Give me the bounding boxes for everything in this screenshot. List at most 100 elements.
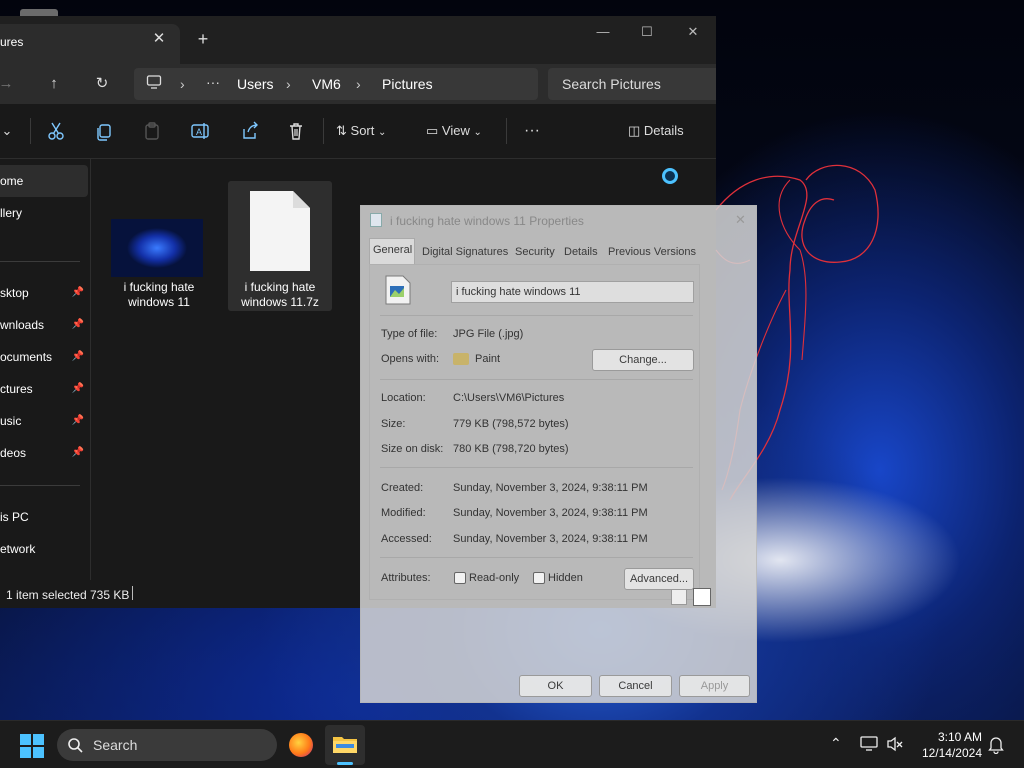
close-tab-icon[interactable]: ✕ [150,30,168,48]
show-hidden-icons-icon[interactable]: ⌃ [830,735,842,752]
copy-icon[interactable] [90,117,118,145]
large-icons-view-icon[interactable] [693,588,711,606]
pin-icon: 📌 [71,447,84,458]
view-button[interactable]: ▭ View ⌄ [426,117,496,145]
readonly-checkbox[interactable] [454,572,466,584]
change-button[interactable]: Change... [592,349,694,371]
forward-icon[interactable]: → [0,70,20,98]
close-window-icon[interactable]: ✕ [670,18,716,46]
chevron-right-icon: › [180,76,185,92]
nav-item-label: is PC [0,510,29,524]
refresh-icon[interactable]: ↻ [88,70,116,98]
start-icon[interactable] [20,734,44,758]
rename-icon[interactable]: A [186,117,214,145]
nav-item-home[interactable]: ome [0,165,88,197]
advanced-button[interactable]: Advanced... [624,568,694,590]
modified-value: Sunday, November 3, 2024, 9:38:11 PM [453,507,648,519]
nav-item-label: sktop [0,286,29,300]
selection-count: 1 item selected [6,588,87,602]
paint-icon [453,353,469,365]
volume-muted-icon[interactable] [886,736,904,752]
minimize-icon[interactable]: — [580,18,626,46]
nav-item-downloads[interactable]: wnloads 📌 [0,309,88,341]
clock-time[interactable]: 3:10 AM [918,730,982,744]
dialog-close-icon[interactable]: ✕ [735,212,746,228]
nav-item-network[interactable]: etwork [0,533,88,565]
breadcrumb-users[interactable]: Users [237,76,274,92]
file-item-image[interactable]: i fucking hate windows 11 [109,181,209,311]
more-options-icon[interactable]: ··· [518,117,546,145]
nav-item-videos[interactable]: deos 📌 [0,437,88,469]
chevron-down-icon: ⌄ [378,127,387,138]
details-label: Details [643,123,684,138]
tab-pictures[interactable]: ures ✕ [0,24,180,64]
file-item-archive[interactable]: i fucking hate windows 11.7z [228,181,332,311]
cancel-button[interactable]: Cancel [599,675,672,697]
pin-icon: 📌 [71,351,84,362]
details-pane-button[interactable]: ◫ Details [628,117,694,145]
readonly-label: Read-only [469,572,520,584]
more-locations-icon[interactable]: ··· [206,74,220,90]
filename-field[interactable]: i fucking hate windows 11 [451,281,694,303]
network-icon[interactable] [860,736,878,752]
details-view-icon[interactable] [671,589,687,605]
command-bar: ⌄ A ⇅ Sort ⌄ ▭ View ⌄ ··· ◫ Details [0,104,716,159]
new-tab-button[interactable]: + [192,28,214,50]
modified-label: Modified: [381,507,426,519]
delete-icon[interactable] [282,117,310,145]
cut-icon[interactable] [42,117,70,145]
type-value: JPG File (.jpg) [453,328,524,340]
address-bar[interactable]: › ··· Users › VM6 › Pictures [134,68,538,100]
nav-item-this-pc[interactable]: is PC [0,501,88,533]
nav-item-desktop[interactable]: sktop 📌 [0,277,88,309]
share-icon[interactable] [235,117,263,145]
sort-button[interactable]: ⇅ Sort ⌄ [336,117,402,145]
taskbar: Search ⌃ 3:10 AM 12/14/2024 [0,720,1024,768]
nav-item-documents[interactable]: ocuments 📌 [0,341,88,373]
nav-item-label: etwork [0,542,36,556]
maximize-icon[interactable]: ☐ [624,18,670,46]
paste-icon[interactable] [138,117,166,145]
location-label: Location: [381,392,426,404]
search-icon [67,737,83,753]
nav-item-label: deos [0,446,27,460]
tab-details[interactable]: Details [564,246,598,258]
accessed-value: Sunday, November 3, 2024, 9:38:11 PM [453,533,648,545]
created-value: Sunday, November 3, 2024, 9:38:11 PM [453,482,648,494]
tab-title: ures [0,35,24,49]
properties-dialog: i fucking hate windows 11 Properties ✕ G… [360,205,757,703]
hidden-label: Hidden [548,572,583,584]
clock-date[interactable]: 12/14/2024 [914,746,982,760]
tab-security[interactable]: Security [515,246,555,258]
new-dropdown-chevron-icon[interactable]: ⌄ [0,117,14,145]
opens-with-value: Paint [475,353,501,365]
apply-button[interactable]: Apply [679,675,750,697]
firefox-icon[interactable] [289,733,313,757]
taskbar-search[interactable]: Search [57,729,277,761]
chevron-right-icon: › [356,76,361,92]
tab-previous-versions[interactable]: Previous Versions [608,246,696,258]
pin-icon: 📌 [71,287,84,298]
hidden-checkbox[interactable] [533,572,545,584]
nav-item-gallery[interactable]: llery [0,197,88,229]
nav-item-pictures[interactable]: ctures 📌 [0,373,88,405]
selection-size: 735 KB [90,588,130,602]
size-value: 779 KB (798,572 bytes) [453,418,569,430]
nav-item-label: wnloads [0,318,45,332]
notification-bell-icon[interactable] [988,736,1004,754]
nav-item-music[interactable]: usic 📌 [0,405,88,437]
file-explorer-taskbar-button[interactable] [325,725,365,765]
search-box[interactable]: Search Pictures [548,68,716,100]
nav-item-label: ome [0,174,24,188]
up-icon[interactable]: ↑ [40,70,68,98]
active-app-indicator [337,762,353,765]
ok-button[interactable]: OK [519,675,592,697]
tab-digital-signatures[interactable]: Digital Signatures [422,246,508,258]
size-on-disk-label: Size on disk: [381,443,444,455]
breadcrumb-pictures[interactable]: Pictures [382,76,433,92]
size-label: Size: [381,418,406,430]
pin-icon: 📌 [71,319,84,330]
tab-general[interactable]: General [373,244,412,256]
address-row: → ↑ ↻ › ··· Users › VM6 › Pictures Searc… [0,64,716,104]
breadcrumb-vm6[interactable]: VM6 [312,76,341,92]
